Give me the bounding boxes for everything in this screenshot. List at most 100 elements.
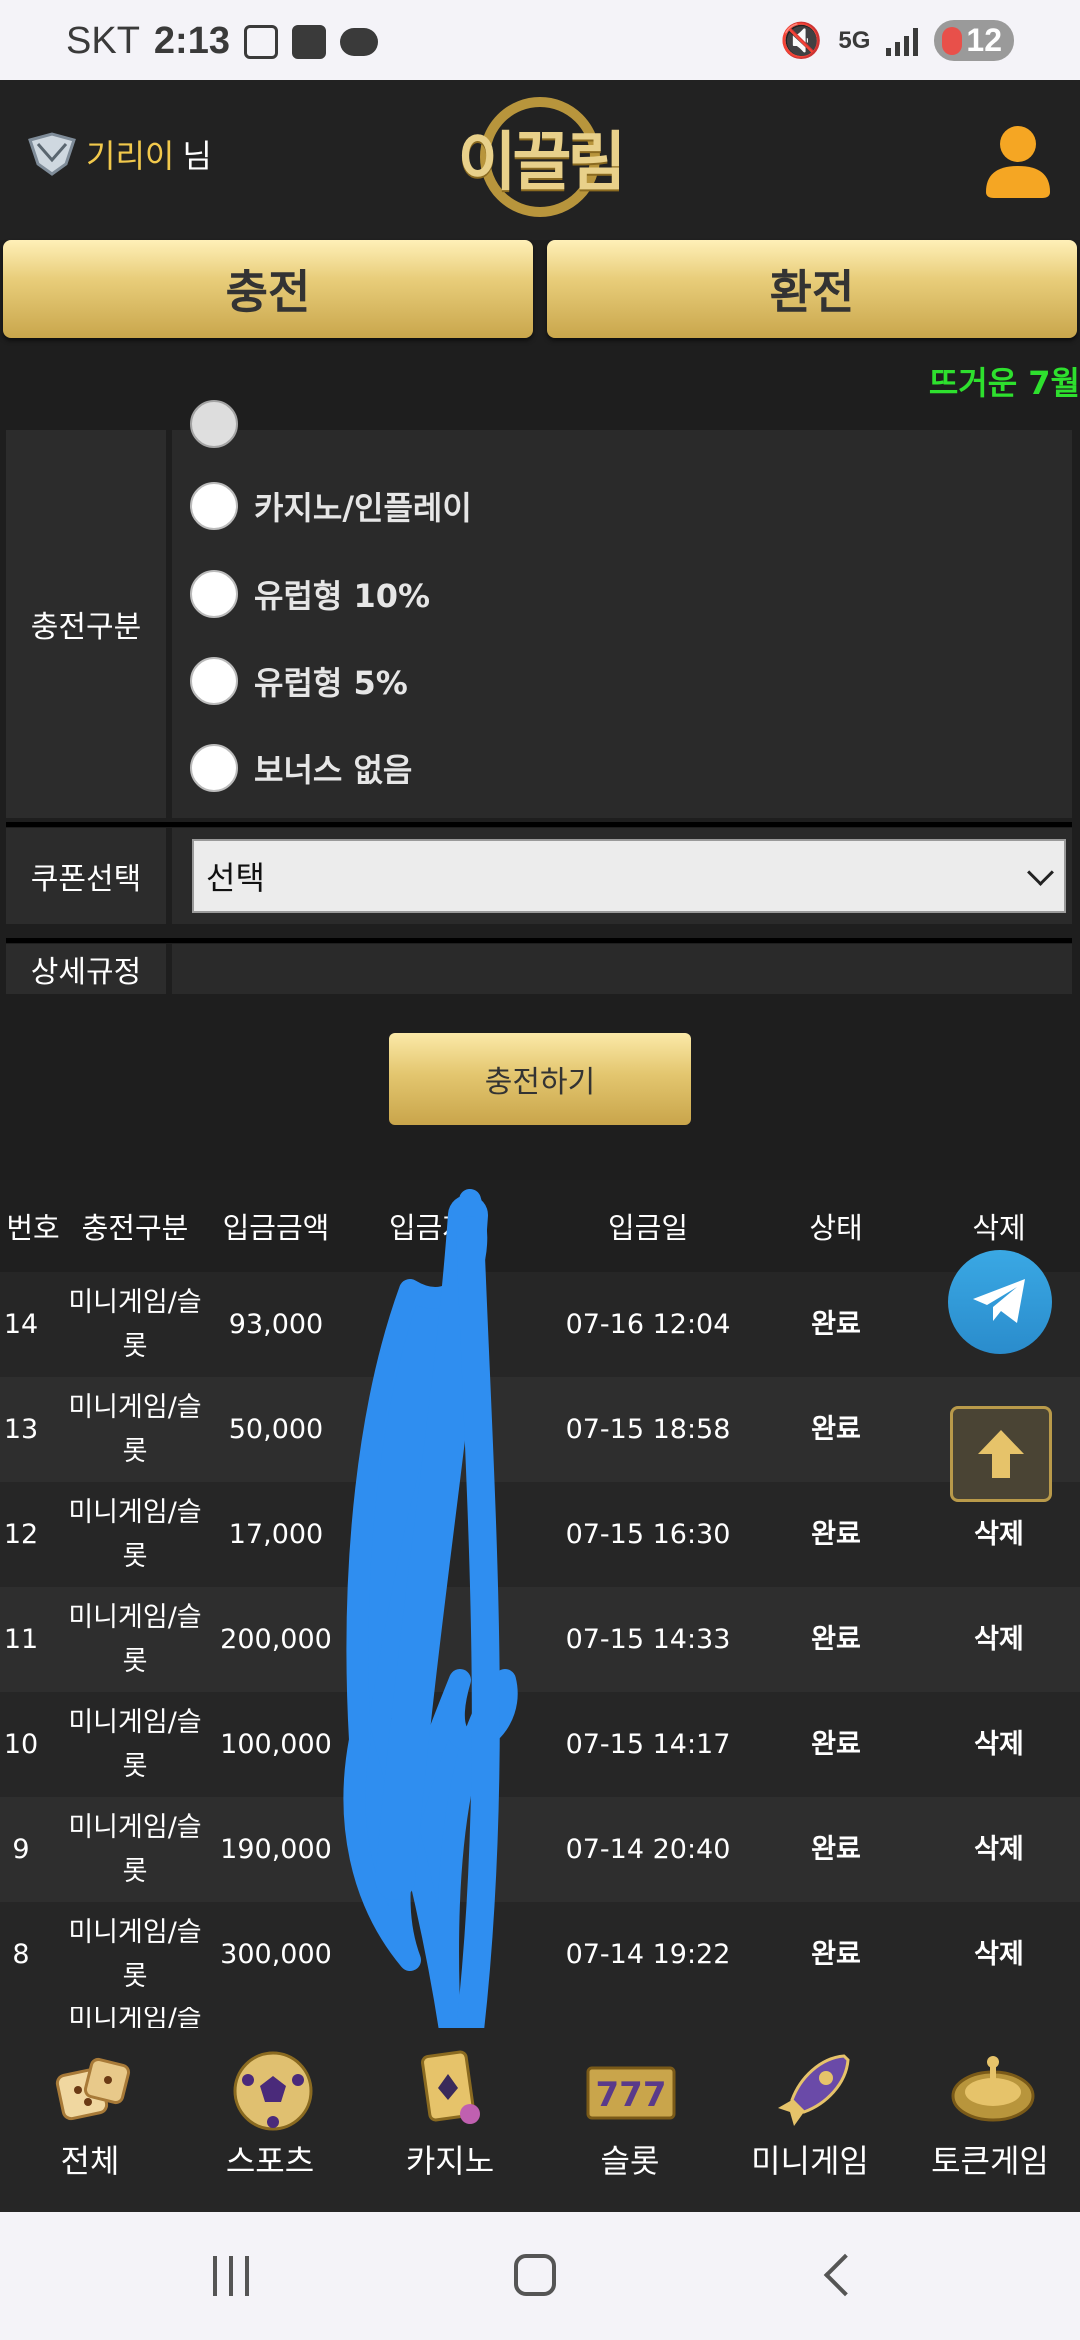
coupon-row: 쿠폰선택 선택 [6,828,1072,924]
col-header-date: 입금일 [607,1211,689,1245]
level-badge-icon [28,132,76,176]
cell-depositor [348,1902,510,2007]
cell-depositor [348,1272,510,1377]
nav-casino[interactable]: 카지노 [360,2028,540,2212]
home-button[interactable] [514,2254,556,2296]
charge-submit-button[interactable]: 충전하기 [389,1033,691,1125]
table-row: 14 미니게임/슬 롯 93,000 07-16 12:04 완료 [0,1272,1080,1377]
divider [6,938,1072,943]
cell-date: 07-15 18:58 [565,1413,731,1445]
cell-type: 미니게임/슬 롯 [66,1482,204,1587]
radio-option-european-10[interactable]: 유럽형 10% [190,570,430,618]
type-line-1: 미니게임/슬 [68,1286,202,1318]
cell-type: 미니게임/슬 롯 [66,1587,204,1692]
radio-circle [190,657,238,705]
cell-status: 완료 [811,1413,861,1445]
type-line-1: 미니게임/슬 [68,1706,202,1738]
radio-circle [190,482,238,530]
charge-exchange-bar: 충전 환전 [0,238,1080,338]
nav-all[interactable]: 전체 [0,2028,180,2212]
col-header-no: 번호 [6,1211,60,1245]
cell-no: 9 [12,1833,30,1865]
nav-label: 스포츠 [225,2142,315,2180]
telegram-button[interactable] [948,1250,1052,1354]
cell-date: 07-14 20:40 [565,1833,731,1865]
type-line-2: 롯 [122,1330,148,1362]
cell-status: 완료 [811,1938,861,1970]
cell-delete[interactable]: 삭제 [942,1797,1056,1902]
table-row: 13 미니게임/슬 롯 50,000 * 07-15 18:58 완료 [0,1377,1080,1482]
col-header-amount: 입금금액 [222,1211,330,1245]
radio-circle [190,400,238,448]
nav-label: 슬롯 [600,2142,660,2180]
nav-minigame[interactable]: 미니게임 [720,2028,900,2212]
charge-type-label: 충전구분 [6,430,172,818]
site-logo[interactable]: 이끌림 [450,92,630,222]
charge-type-row: 충전구분 카지노/인플레이 유럽형 10% 유럽형 5% 보너스 없음 [6,400,1072,818]
radio-option-european-5[interactable]: 유럽형 5% [190,657,408,705]
nav-label: 미니게임 [751,2142,869,2180]
cell-no: 12 [3,1518,39,1550]
type-line-1: 미니게임/슬 [68,1496,202,1528]
type-line-2: 롯 [122,1750,148,1782]
nav-label: 토큰게임 [931,2142,1049,2180]
radio-label: 유럽형 5% [254,664,408,702]
divider [6,822,1072,827]
cell-amount: 93,000 [228,1308,324,1340]
cell-status: 완료 [811,1518,861,1550]
cell-depositor: * [422,1413,436,1445]
cell-no: 8 [12,1938,30,1970]
cell-no: 10 [3,1728,39,1760]
rules-label: 상세규정 [6,944,172,994]
nav-sports[interactable]: 스포츠 [180,2028,360,2212]
radio-label: 보너스 없음 [254,751,413,789]
cell-amount: 200,000 [220,1623,332,1655]
cell-amount: 17,000 [228,1518,324,1550]
cards-icon [421,2050,480,2124]
charge-button[interactable]: 충전 [3,240,533,338]
back-button[interactable] [823,2253,867,2297]
cell-status: 완료 [811,1728,861,1760]
status-bar: SKT 2:13 🔇 5G 12 [0,0,1080,80]
telegram-icon [973,1279,1025,1323]
radio-option-casino-inplay[interactable]: 카지노/인플레이 [190,482,472,530]
cell-date: 07-14 19:22 [565,1938,731,1970]
nav-token-game[interactable]: 토큰게임 [900,2028,1080,2212]
clock: 2:13 [153,20,230,62]
battery-indicator: 12 [934,20,1014,61]
radio-option-no-bonus[interactable]: 보너스 없음 [190,744,412,792]
table-row: 11 미니게임/슬 롯 200,000 07-15 14:33 완료 삭제 [0,1587,1080,1692]
table-row: 8 미니게임/슬 롯 300,000 07-14 19:22 완료 삭제 [0,1902,1080,2007]
carrier: SKT [66,20,140,62]
cell-type: 미니게임/슬롯 [66,1272,204,1377]
cell-amount: 100,000 [220,1728,332,1760]
cell-status: 완료 [811,1833,861,1865]
cell-status: 완료 [811,1308,861,1340]
scroll-top-button[interactable] [950,1406,1052,1502]
radio-option-cut[interactable] [190,400,238,448]
exchange-button[interactable]: 환전 [547,240,1077,338]
dice-icon [55,2057,131,2121]
nav-label: 전체 [60,2142,120,2180]
roulette-icon [951,2056,1035,2122]
recent-apps-button[interactable] [213,2256,249,2296]
radio-circle [190,744,238,792]
rocket-icon [778,2054,850,2126]
cell-type: 미니게임/슬 롯 [66,1377,204,1482]
radio-label: 유럽형 10% [254,577,431,615]
user-greeting[interactable]: 기리이 님 [26,130,212,178]
cell-amount: 300,000 [220,1938,332,1970]
cell-depositor [348,1692,510,1797]
chevron-down-icon [1027,859,1054,886]
profile-icon[interactable] [982,122,1054,200]
radio-circle [190,570,238,618]
coupon-select[interactable]: 선택 [192,839,1066,913]
nav-slot[interactable]: 777 슬롯 [540,2028,720,2212]
cell-delete[interactable]: 삭제 [942,1692,1056,1797]
rules-row: 상세규정 [6,944,1072,994]
announcement-ticker: 뜨거운 7월 [928,364,1080,402]
cell-amount: 50,000 [228,1413,324,1445]
mute-icon: 🔇 [780,21,823,60]
cell-delete[interactable]: 삭제 [942,1902,1056,2007]
cell-delete[interactable]: 삭제 [942,1587,1056,1692]
